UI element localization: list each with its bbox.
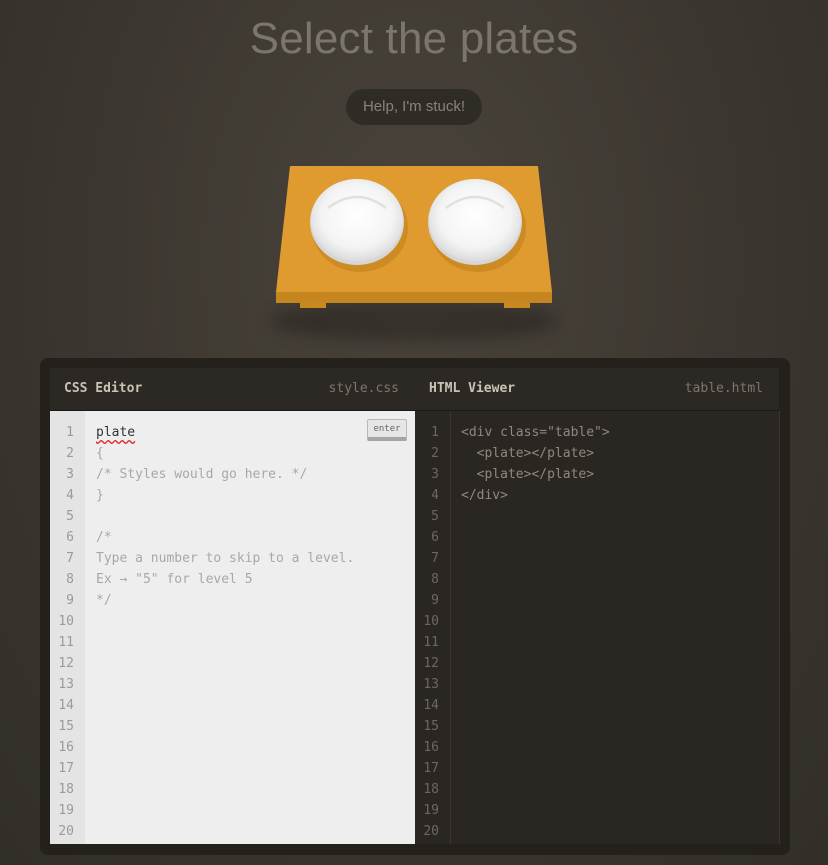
line-number: 11 <box>423 635 439 650</box>
line-number: 15 <box>423 719 439 734</box>
line-number: 8 <box>431 572 439 587</box>
code-line: <div class="table"> <box>461 425 610 440</box>
code-line: } <box>96 488 104 503</box>
line-number: 12 <box>423 656 439 671</box>
code-line: { <box>96 446 104 461</box>
table-edge <box>276 292 552 303</box>
css-selector-input[interactable]: plate <box>96 422 135 443</box>
code-line: /* Styles would go here. */ <box>96 467 308 482</box>
line-number: 15 <box>58 719 74 734</box>
line-number: 18 <box>423 782 439 797</box>
line-number: 16 <box>423 740 439 755</box>
line-number: 14 <box>423 698 439 713</box>
line-number: 18 <box>58 782 74 797</box>
code-line: Type a number to skip to a level. <box>96 551 355 566</box>
line-number: 19 <box>58 803 74 818</box>
line-number: 5 <box>431 509 439 524</box>
line-number: 6 <box>66 530 74 545</box>
line-number: 10 <box>423 614 439 629</box>
line-number: 3 <box>431 467 439 482</box>
line-number: 13 <box>58 677 74 692</box>
table-illustration <box>276 166 552 308</box>
line-number: 9 <box>431 593 439 608</box>
line-number: 20 <box>58 824 74 839</box>
html-viewer-title: HTML Viewer <box>429 381 516 396</box>
line-number: 1 <box>66 425 74 440</box>
line-number: 4 <box>431 488 439 503</box>
line-number: 2 <box>431 446 439 461</box>
line-number: 19 <box>423 803 439 818</box>
html-viewer-filename: table.html <box>684 381 763 396</box>
line-number: 8 <box>66 572 74 587</box>
line-number: 17 <box>58 761 74 776</box>
code-line: <plate></plate> <box>461 467 595 482</box>
code-line: /* <box>96 530 112 545</box>
line-number: 16 <box>58 740 74 755</box>
line-number: 14 <box>58 698 74 713</box>
line-number: 11 <box>58 635 74 650</box>
css-editor-header: CSS Editor style.css <box>50 368 415 411</box>
code-line: Ex → "5" for level 5 <box>96 572 253 587</box>
css-editor-filename: style.css <box>328 381 399 396</box>
code-line: </div> <box>461 488 508 503</box>
css-editor-title: CSS Editor <box>64 381 143 396</box>
line-number: 5 <box>66 509 74 524</box>
help-button[interactable]: Help, I'm stuck! <box>346 89 482 125</box>
line-number: 7 <box>66 551 74 566</box>
line-number: 9 <box>66 593 74 608</box>
line-number: 3 <box>66 467 74 482</box>
line-number: 10 <box>58 614 74 629</box>
enter-button[interactable]: enter <box>367 419 407 441</box>
code-line: */ <box>96 593 112 608</box>
line-number: 2 <box>66 446 74 461</box>
line-number: 12 <box>58 656 74 671</box>
line-number: 17 <box>423 761 439 776</box>
code-line: <plate></plate> <box>461 446 595 461</box>
line-number: 6 <box>431 530 439 545</box>
html-viewer-body: 1 2 3 4 5 6 7 8 9 10 11 12 13 14 15 16 17 18 19 20 <div cla… <box>415 411 780 844</box>
line-number: 4 <box>66 488 74 503</box>
css-editor-body[interactable]: 1 2 3 4 5 6 7 8 9 10 11 12 13 14 15 16 17 18 19 20 plate {/… <box>50 411 415 844</box>
line-number: 1 <box>431 425 439 440</box>
line-number: 13 <box>423 677 439 692</box>
line-number: 20 <box>423 824 439 839</box>
html-viewer-header: HTML Viewer table.html <box>415 368 779 411</box>
page-title: Select the plates <box>249 14 579 63</box>
line-number: 7 <box>431 551 439 566</box>
